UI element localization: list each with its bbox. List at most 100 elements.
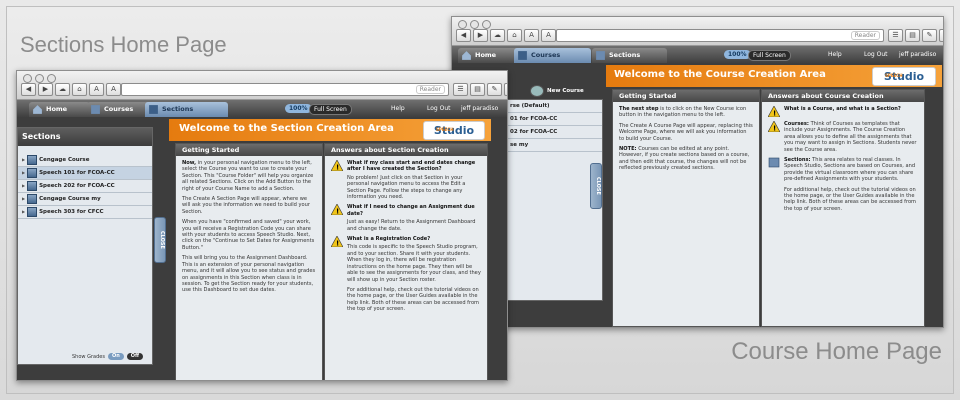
tab-sections[interactable]: Sections	[592, 48, 667, 63]
window-min-dot[interactable]	[35, 74, 44, 83]
help-link[interactable]: Help	[828, 46, 842, 63]
font-large-icon[interactable]: A	[106, 83, 121, 96]
grades-off-button[interactable]: Off	[126, 353, 144, 360]
warning-icon: !	[331, 236, 343, 248]
font-large-icon[interactable]: A	[541, 29, 556, 42]
address-bar[interactable]: Reader	[556, 29, 884, 42]
tab-home[interactable]: Home	[29, 102, 90, 117]
getting-started-panel: Getting Started Now, in your personal na…	[175, 143, 323, 380]
home-icon	[462, 51, 471, 60]
page-icon[interactable]: ▤	[905, 29, 920, 42]
text-block: The next step is to click on the New Cou…	[619, 106, 753, 119]
home-icon[interactable]: ⌂	[507, 29, 522, 42]
gear-icon[interactable]: ⚙	[939, 29, 943, 42]
qa-item: Sections: This area relates to real clas…	[768, 157, 918, 216]
app-nav: Home Courses Sections 100% Full Screen H…	[452, 46, 943, 63]
list-item[interactable]: rse (Default)	[506, 100, 602, 113]
window-zoom-dot[interactable]	[47, 74, 56, 83]
course-list: rse (Default) 01 for FCOA-CC 02 for FCOA…	[506, 99, 603, 301]
page-icon[interactable]: ▤	[470, 83, 485, 96]
logout-link[interactable]: Log Out	[427, 100, 451, 117]
full-screen-button[interactable]: Full Screen	[748, 50, 791, 61]
sidebar-item-label: Speech 303 for CFCC	[39, 209, 104, 215]
answer-text: This code is specific to the Speech Stud…	[347, 244, 481, 283]
expand-arrow-icon[interactable]: ▶	[22, 154, 25, 166]
close-sidebar-button[interactable]: CLOSE	[154, 217, 166, 263]
warning-icon: !	[331, 204, 343, 216]
zoom-badge[interactable]: 100%	[285, 104, 312, 113]
expand-arrow-icon[interactable]: ▶	[22, 167, 25, 179]
window-close-dot[interactable]	[458, 20, 467, 29]
text-block: This will bring you to the Assignment Da…	[182, 255, 316, 294]
forward-icon[interactable]: ▶	[38, 83, 53, 96]
warning-icon: !	[331, 160, 343, 171]
bookmarks-icon[interactable]: ☰	[888, 29, 903, 42]
window-close-dot[interactable]	[23, 74, 32, 83]
tab-courses[interactable]: Courses	[514, 48, 591, 63]
section-header: Welcome to the Section Creation Area SPE…	[169, 119, 491, 141]
help-link[interactable]: Help	[391, 100, 405, 117]
speech-studio-logo: SPEECH Studio	[872, 67, 936, 86]
list-item-label: se my	[510, 142, 529, 148]
course-header: Welcome to the Course Creation Area SPEE…	[606, 65, 942, 87]
cloud-icon[interactable]: ☁	[490, 29, 505, 42]
list-item[interactable]: 02 for FCOA-CC	[506, 126, 602, 139]
panel-title: Answers about Course Creation	[762, 90, 924, 102]
text-emphasis: Sections:	[784, 157, 811, 164]
user-name: jeff paradiso	[899, 51, 937, 58]
window-min-dot[interactable]	[470, 20, 479, 29]
sections-caption: Sections Home Page	[20, 32, 227, 57]
tab-sections-label: Sections	[609, 51, 641, 59]
getting-started-panel: Getting Started The next step is to clic…	[612, 89, 760, 327]
font-small-icon[interactable]: A	[89, 83, 104, 96]
back-icon[interactable]: ◀	[456, 29, 471, 42]
new-course-icon	[530, 85, 544, 97]
expand-arrow-icon[interactable]: ▶	[22, 193, 25, 205]
sidebar-item[interactable]: ▶ Cengage Course my	[18, 193, 152, 206]
new-course-button[interactable]: New Course	[530, 85, 584, 97]
grades-on-button[interactable]: On	[107, 353, 124, 360]
question-text: What is a Registration Code?	[347, 236, 431, 243]
tab-home[interactable]: Home	[458, 48, 521, 63]
window-zoom-dot[interactable]	[482, 20, 491, 29]
wrench-icon[interactable]: ✎	[487, 83, 502, 96]
expand-arrow-icon[interactable]: ▶	[22, 180, 25, 192]
sidebar-item[interactable]: ▶ Speech 101 for FCOA-CC	[18, 167, 152, 180]
home-icon[interactable]: ⌂	[72, 83, 87, 96]
reader-button[interactable]: Reader	[850, 31, 880, 40]
tab-sections[interactable]: Sections	[145, 102, 228, 117]
text-block: NOTE: Courses can be edited at any point…	[619, 146, 753, 172]
bookmarks-icon[interactable]: ☰	[453, 83, 468, 96]
expand-arrow-icon[interactable]: ▶	[22, 206, 25, 218]
forward-icon[interactable]: ▶	[473, 29, 488, 42]
section-content: Sections ▶ Cengage Course ▶ Speech 101 for…	[17, 117, 507, 380]
qa-item: ! What if I need to change an Assignment…	[331, 204, 481, 232]
qa-item: ! Courses: Think of Courses as templates…	[768, 121, 918, 153]
home-icon	[33, 105, 42, 114]
panel-title: Getting Started	[176, 144, 322, 156]
sidebar-item[interactable]: ▶ Speech 303 for CFCC	[18, 206, 152, 219]
page-title: Welcome to the Section Creation Area	[179, 123, 394, 134]
logout-link[interactable]: Log Out	[864, 46, 888, 63]
wrench-icon[interactable]: ✎	[922, 29, 937, 42]
sidebar-item-label: Speech 101 for FCOA-CC	[39, 170, 115, 176]
cloud-icon[interactable]: ☁	[55, 83, 70, 96]
sidebar-item[interactable]: ▶ Speech 202 for FCOA-CC	[18, 180, 152, 193]
question-text: What is a Course, and what is a Section?	[784, 106, 901, 112]
book-icon	[149, 105, 158, 114]
show-grades-label: Show Grades	[72, 353, 105, 360]
back-icon[interactable]: ◀	[21, 83, 36, 96]
reader-button[interactable]: Reader	[415, 85, 445, 94]
list-item[interactable]: se my	[506, 139, 602, 152]
font-small-icon[interactable]: A	[524, 29, 539, 42]
full-screen-button[interactable]: Full Screen	[309, 104, 352, 115]
sections-icon	[768, 157, 780, 168]
zoom-badge[interactable]: 100%	[724, 50, 751, 59]
sidebar-item[interactable]: ▶ Cengage Course	[18, 154, 152, 167]
gear-icon[interactable]: ⚙	[504, 83, 507, 96]
list-item-label: 01 for FCOA-CC	[510, 116, 558, 122]
close-sidebar-button[interactable]: CLOSE	[590, 163, 602, 209]
text-block: When you have "confirmed and saved" your…	[182, 219, 315, 251]
address-bar[interactable]: Reader	[121, 83, 449, 96]
list-item[interactable]: 01 for FCOA-CC	[506, 113, 602, 126]
